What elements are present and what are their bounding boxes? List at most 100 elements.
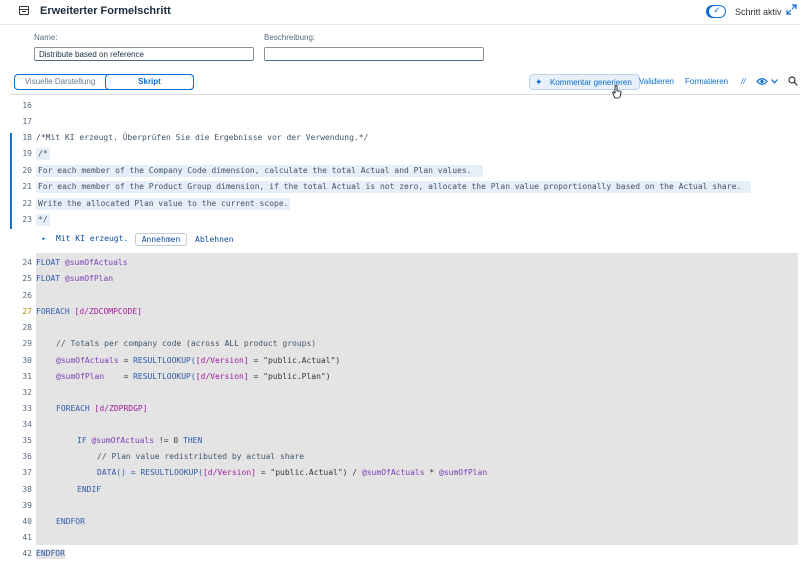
- keyword: FOREACH: [56, 404, 90, 413]
- line-number: 17: [22, 117, 32, 126]
- function: RESULTLOOKUP(: [133, 372, 196, 381]
- line-number: 34: [22, 420, 32, 429]
- keyword: ENDFOR: [36, 549, 65, 559]
- ai-comment-line: Write the allocated Plan value to the cu…: [36, 198, 291, 210]
- keyword: THEN: [183, 436, 203, 445]
- reject-button[interactable]: Ablehnen: [195, 233, 234, 246]
- line-number: 41: [22, 533, 32, 542]
- chevron-down-icon[interactable]: [771, 79, 778, 84]
- line-number: 42: [22, 549, 32, 558]
- line-number: 19: [22, 149, 32, 158]
- code-line: FLOAT @sumOfActuals: [36, 258, 128, 268]
- line-number: 29: [22, 339, 32, 348]
- operator: =: [104, 372, 134, 381]
- line-number: 36: [22, 452, 32, 461]
- variable: @sumOfActuals: [361, 468, 425, 477]
- variable: @sumOfActuals: [91, 436, 155, 445]
- function: RESULTLOOKUP(: [133, 356, 196, 365]
- generate-comment-button[interactable]: ✦ Kommentar generieren: [529, 74, 640, 90]
- editor-toolbar: Visuelle Darstellung Skript ✦ Kommentar …: [10, 71, 800, 95]
- description-field[interactable]: [264, 47, 484, 61]
- header-bar: Erweiterter Formelschritt ✓ Schritt akti…: [0, 0, 800, 25]
- expand-icon[interactable]: [786, 4, 797, 15]
- ai-comment-line: For each member of the Company Code dime…: [36, 165, 484, 177]
- line-number-active: 27: [22, 307, 32, 316]
- variable: @sumOfPlan: [439, 468, 488, 477]
- line-number: 28: [22, 323, 32, 332]
- page-title: Erweiterter Formelschritt: [40, 5, 171, 17]
- line-number: 18: [22, 133, 32, 142]
- code-comment: // Plan value redistributed by actual sh…: [97, 452, 305, 461]
- function: DATA() = RESULTLOOKUP(: [97, 468, 203, 477]
- keyword: ENDIF: [77, 485, 102, 494]
- line-number: 22: [22, 199, 32, 208]
- line-number: 23: [22, 215, 32, 224]
- line-number: 39: [22, 501, 32, 510]
- keyword: ENDFOR: [56, 517, 85, 526]
- keyword: FOREACH: [36, 307, 70, 316]
- variable: @sumOfActuals: [56, 356, 119, 365]
- code-editor[interactable]: 16 17 18 19 20 21 22 23 24 25 26 27 28 2…: [10, 95, 798, 566]
- ai-sparkle-icon: ✦: [41, 234, 46, 243]
- dimension: [d/Version]: [195, 372, 249, 381]
- step-active-toggle[interactable]: ✓: [706, 5, 726, 18]
- line-number: 30: [22, 356, 32, 365]
- selection-highlight: [36, 253, 798, 545]
- code-line: FLOAT @sumOfPlan: [36, 274, 113, 284]
- variable: @sumOfActuals: [64, 258, 128, 267]
- description-label: Beschreibung:: [264, 33, 316, 42]
- search-icon[interactable]: [788, 76, 798, 86]
- ai-sparkle-icon: ✦: [535, 77, 543, 87]
- line-number: 24: [22, 258, 32, 267]
- step-active-label: Schritt aktiv: [735, 7, 782, 17]
- line-number: 38: [22, 485, 32, 494]
- validate-button[interactable]: Validieren: [639, 77, 674, 86]
- string: = "public.Actual") /: [255, 468, 362, 477]
- operator: *: [424, 468, 439, 477]
- code-line: FOREACH [d/ZDCOMPCODE]: [36, 307, 142, 317]
- string: = "public.Plan"): [248, 372, 331, 381]
- string: = "public.Actual"): [248, 356, 341, 365]
- operator: != 0: [154, 436, 183, 445]
- ai-comment-line: For each member of the Product Group dim…: [36, 181, 752, 193]
- name-label: Name:: [34, 33, 58, 42]
- dimension: [d/ZDPRDGP]: [94, 404, 148, 413]
- code-comment: // Totals per company code (across ALL p…: [56, 339, 317, 348]
- code-line: @sumOfActuals = RESULTLOOKUP([d/Version]…: [56, 356, 340, 366]
- line-number: 37: [22, 468, 32, 477]
- line-number: 21: [22, 182, 32, 191]
- line-number: 40: [22, 517, 32, 526]
- formula-step-icon: [19, 6, 29, 15]
- dimension: [d/Version]: [195, 356, 249, 365]
- line-number: 16: [22, 101, 32, 110]
- code-line: IF @sumOfActuals != 0 THEN: [77, 436, 202, 446]
- keyword: FLOAT: [36, 258, 61, 267]
- accept-button[interactable]: Annehmen: [135, 233, 187, 246]
- ai-comment-open: /*: [36, 148, 50, 160]
- format-button[interactable]: Formatieren: [685, 77, 728, 86]
- code-line: FOREACH [d/ZDPRDGP]: [56, 404, 148, 414]
- line-number: 26: [22, 291, 32, 300]
- code-line: DATA() = RESULTLOOKUP([d/Version] = "pub…: [97, 468, 487, 478]
- tab-visual[interactable]: Visuelle Darstellung: [15, 75, 105, 89]
- comment-toggle-button[interactable]: //: [741, 77, 745, 86]
- variable: @sumOfPlan: [64, 274, 114, 283]
- line-number: 32: [22, 388, 32, 397]
- line-number: 33: [22, 404, 32, 413]
- line-number: 35: [22, 436, 32, 445]
- code-line: @sumOfPlan = RESULTLOOKUP([d/Version] = …: [56, 372, 331, 382]
- name-field[interactable]: Distribute based on reference: [34, 47, 254, 61]
- ai-generated-label: Mit KI erzeugt.: [56, 234, 129, 243]
- tab-script[interactable]: Skript: [105, 74, 194, 90]
- line-number: 25: [22, 274, 32, 283]
- ai-comment-header: /*Mit KI erzeugt. Überprüfen Sie die Erg…: [36, 133, 369, 142]
- line-number: 31: [22, 372, 32, 381]
- variable: @sumOfPlan: [56, 372, 105, 381]
- keyword: FLOAT: [36, 274, 61, 283]
- view-mode-toggle: Visuelle Darstellung Skript: [14, 74, 194, 90]
- dimension: [d/Version]: [202, 468, 256, 477]
- dimension: [d/ZDCOMPCODE]: [74, 307, 142, 316]
- keyword: IF: [77, 436, 87, 445]
- ai-comment-close: */: [36, 214, 50, 226]
- eye-icon[interactable]: [756, 77, 768, 86]
